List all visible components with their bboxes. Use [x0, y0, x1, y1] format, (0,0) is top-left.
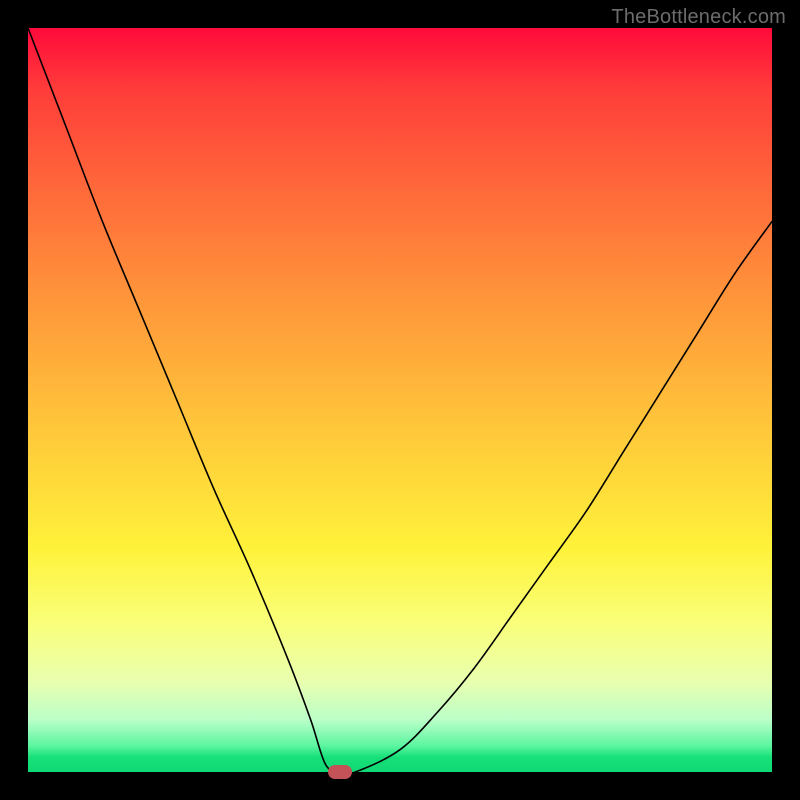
chart-frame: TheBottleneck.com	[0, 0, 800, 800]
bottleneck-marker	[328, 765, 352, 779]
watermark-label: TheBottleneck.com	[611, 6, 786, 29]
bottleneck-curve	[28, 28, 772, 772]
plot-area	[28, 28, 772, 772]
